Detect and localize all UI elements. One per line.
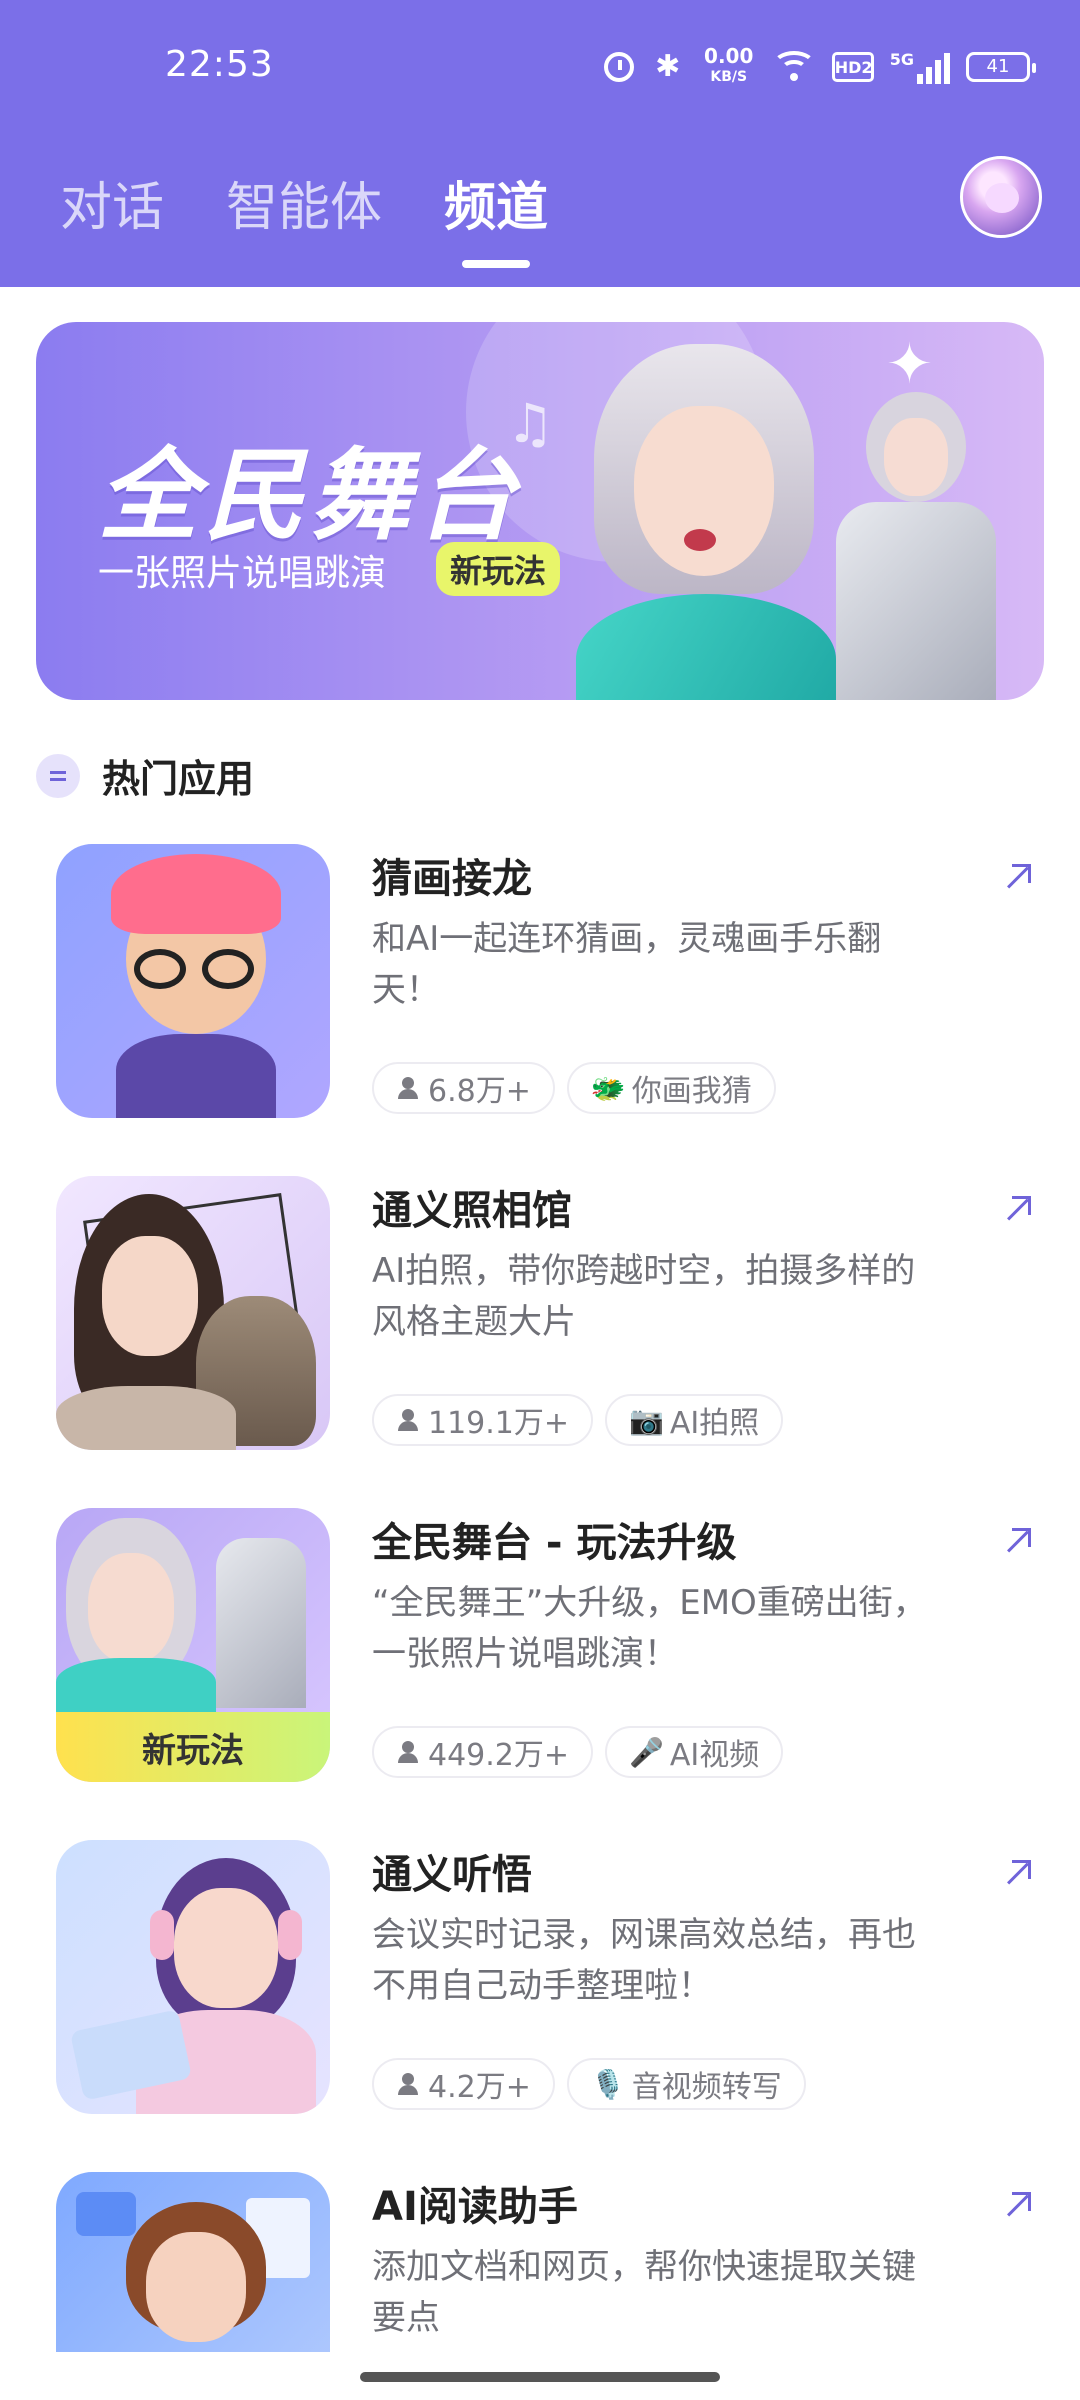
users-count: 4.2万+ [428, 2070, 531, 2105]
app-title: 通义听悟 [372, 1852, 532, 1898]
app-title: AI阅读助手 [372, 2184, 578, 2230]
app-title: 猜画接龙 [372, 856, 532, 902]
app-item-reading-assistant[interactable]: AI阅读助手 添加文档和网页，帮你快速提取关键要点 [56, 2172, 1046, 2352]
users-count-chip: 449.2万+ [372, 1726, 594, 1778]
users-count: 6.8万+ [428, 1074, 531, 1109]
app-tags: 4.2万+ 🎙️ 音视频转写 [372, 2058, 806, 2110]
app-thumbnail: 新玩法 [56, 1508, 330, 1782]
open-arrow-icon[interactable] [998, 858, 1038, 898]
category-label: 音视频转写 [631, 2070, 782, 2105]
app-item-photo-studio[interactable]: 通义照相馆 AI拍照，带你跨越时空，拍摄多样的风格主题大片 119.1万+ 📷 … [56, 1176, 1046, 1456]
open-arrow-icon[interactable] [998, 2186, 1038, 2226]
app-item-dance-stage[interactable]: 新玩法 全民舞台 - 玩法升级 “全民舞王”大升级，EMO重磅出街，一张照片说唱… [56, 1508, 1046, 1788]
app-thumbnail [56, 1840, 330, 2114]
banner-subtitle: 一张照片说唱跳演 [98, 553, 387, 594]
studio-microphone-icon: 🎙️ [590, 2067, 626, 2101]
tab-channels[interactable]: 频道 [444, 165, 548, 268]
app-item-tingwu[interactable]: 通义听悟 会议实时记录，网课高效总结，再也不用自己动手整理啦！ 4.2万+ 🎙️… [56, 1840, 1046, 2120]
category-label: 你画我猜 [631, 1074, 752, 1109]
net-speed-unit: KB/S [710, 69, 748, 85]
users-count: 119.1万+ [428, 1406, 570, 1441]
app-thumbnail [56, 1176, 330, 1450]
banner-dancer-main-image [576, 344, 836, 700]
alarm-icon [603, 52, 634, 82]
users-count: 449.2万+ [428, 1738, 570, 1773]
category-chip: 🎙️ 音视频转写 [566, 2058, 806, 2110]
microphone-icon: 🎤 [629, 1735, 664, 1769]
app-description: AI拍照，带你跨越时空，拍摄多样的风格主题大片 [372, 1251, 916, 1342]
user-avatar[interactable] [960, 156, 1042, 238]
list-icon [36, 753, 80, 798]
battery-icon: 41 [966, 52, 1036, 82]
banner-title: 全民舞台 [98, 437, 522, 554]
user-icon [396, 2073, 422, 2095]
net-speed-value: 0.00 [704, 44, 754, 68]
user-icon [396, 1741, 422, 1763]
category-label: AI视频 [669, 1738, 760, 1773]
app-item-guess-drawing[interactable]: 猜画接龙 和AI一起连环猜画，灵魂画手乐翻天！ 6.8万+ 🐲 你画我猜 [56, 844, 1046, 1124]
promo-banner[interactable]: ♫ 全民舞台 一张照片说唱跳演 新玩法 ✦ [36, 322, 1044, 700]
app-description: 会议实时记录，网课高效总结，再也不用自己动手整理啦！ [372, 1915, 916, 2006]
app-tags: 119.1万+ 📷 AI拍照 [372, 1394, 784, 1446]
top-tabs: 对话 智能体 频道 [60, 165, 548, 268]
users-count-chip: 119.1万+ [372, 1394, 594, 1446]
users-count-chip: 4.2万+ [372, 2058, 555, 2110]
tab-chat[interactable]: 对话 [60, 165, 164, 240]
hd-voice-icon: HD2 [831, 52, 874, 82]
banner-badge: 新玩法 [436, 542, 561, 596]
section-title: 热门应用 [102, 757, 255, 801]
category-chip: 🎤 AI视频 [605, 1726, 784, 1778]
category-chip: 📷 AI拍照 [605, 1394, 784, 1446]
user-icon [396, 1409, 422, 1431]
home-indicator[interactable] [360, 2372, 720, 2382]
app-title: 通义照相馆 [372, 1188, 572, 1234]
header: 22:53 ✱ 0.00 KB/S HD2 5G 41 对话 智能体 频道 [0, 0, 1080, 287]
app-tags: 449.2万+ 🎤 AI视频 [372, 1726, 784, 1778]
open-arrow-icon[interactable] [998, 1854, 1038, 1894]
network-type: 5G [889, 50, 914, 69]
app-tags: 6.8万+ 🐲 你画我猜 [372, 1062, 776, 1114]
thumbnail-badge: 新玩法 [142, 1731, 244, 1771]
open-arrow-icon[interactable] [998, 1190, 1038, 1230]
app-title: 全民舞台 - 玩法升级 [372, 1520, 737, 1566]
dragon-icon: 🐲 [590, 1071, 626, 1105]
status-icons: ✱ 0.00 KB/S HD2 5G 41 [603, 44, 1036, 90]
wifi-icon [771, 49, 816, 85]
signal-icon: 5G [890, 50, 950, 84]
user-icon [396, 1077, 422, 1099]
section-header: 热门应用 [36, 748, 254, 803]
status-time: 22:53 [165, 44, 274, 85]
users-count-chip: 6.8万+ [372, 1062, 555, 1114]
app-description: “全民舞王”大升级，EMO重磅出街，一张照片说唱跳演！ [372, 1583, 927, 1674]
app-description: 添加文档和网页，帮你快速提取关键要点 [372, 2247, 916, 2338]
app-thumbnail [56, 2172, 330, 2352]
sparkle-icon: ✦ [886, 332, 933, 397]
category-chip: 🐲 你画我猜 [566, 1062, 776, 1114]
app-description: 和AI一起连环猜画，灵魂画手乐翻天！ [372, 919, 882, 1010]
bluetooth-icon: ✱ [655, 49, 681, 84]
camera-icon: 📷 [629, 1403, 664, 1437]
category-label: AI拍照 [669, 1406, 760, 1441]
status-bar: 22:53 ✱ 0.00 KB/S HD2 5G 41 [0, 0, 1080, 135]
net-speed: 0.00 KB/S [702, 44, 756, 87]
open-arrow-icon[interactable] [998, 1522, 1038, 1562]
banner-dancer-secondary-image [816, 392, 1016, 700]
app-thumbnail [56, 844, 330, 1118]
tab-agents[interactable]: 智能体 [226, 165, 382, 240]
